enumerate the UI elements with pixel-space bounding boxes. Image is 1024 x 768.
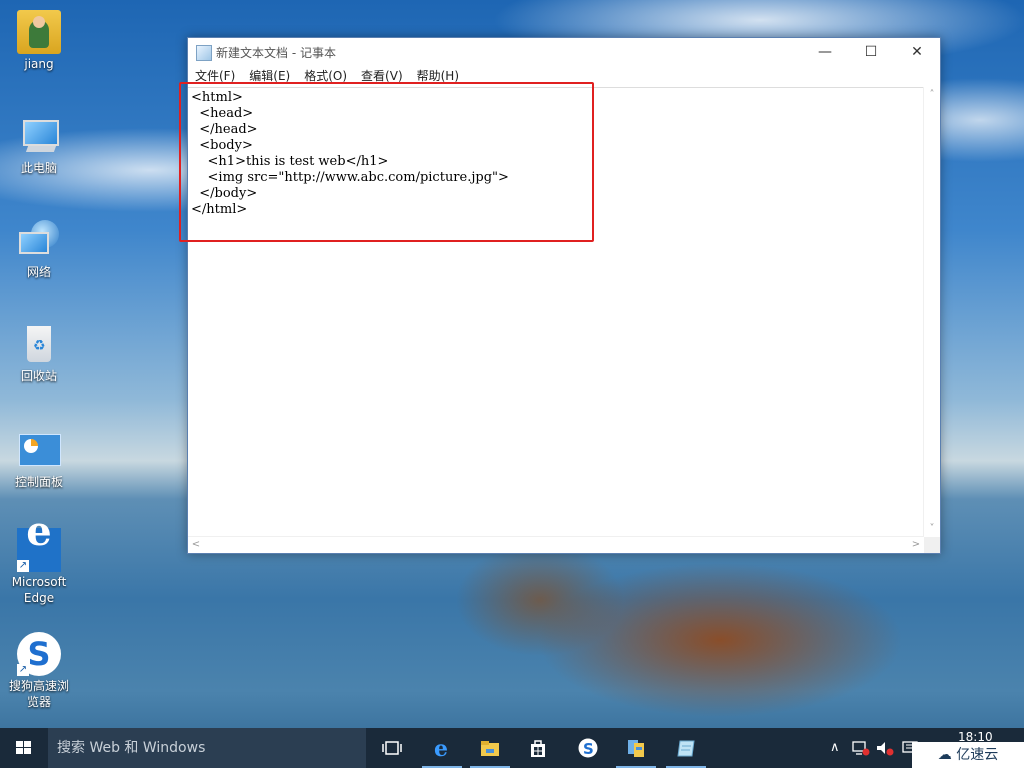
- computer-icon: [17, 114, 61, 158]
- maximize-button[interactable]: ☐: [848, 38, 894, 66]
- taskbar-app-button[interactable]: [612, 728, 660, 768]
- windows-logo-icon: [16, 741, 32, 755]
- editor-content[interactable]: <html> <head> </head> <body> <h1>this is…: [188, 88, 924, 220]
- volume-icon[interactable]: [876, 728, 894, 768]
- edge-icon: e: [434, 738, 448, 758]
- desktop-icon-label: 搜狗高速浏览器: [8, 679, 69, 709]
- taskbar-sogou-browser-button[interactable]: S: [564, 728, 612, 768]
- menu-file[interactable]: 文件(F): [195, 66, 235, 86]
- close-button[interactable]: ✕: [894, 38, 940, 66]
- resize-grip[interactable]: [924, 537, 940, 553]
- menu-view[interactable]: 查看(V): [361, 66, 403, 86]
- menu-edit[interactable]: 编辑(E): [249, 66, 290, 86]
- title-bar[interactable]: 新建文本文档 - 记事本 — ☐ ✕: [188, 38, 940, 66]
- sogou-browser-icon: S ↗: [17, 632, 61, 676]
- vertical-scrollbar[interactable]: ˄ ˅: [923, 87, 940, 537]
- taskbar-store-button[interactable]: [514, 728, 562, 768]
- user-folder-icon: [17, 10, 61, 54]
- desktop-icon-sogou-browser[interactable]: S ↗ 搜狗高速浏览器: [4, 632, 74, 710]
- task-view-button[interactable]: [368, 728, 416, 768]
- svg-text:e: e: [434, 738, 448, 758]
- desktop-icon-label: 此电脑: [20, 161, 57, 175]
- text-editor[interactable]: <html> <head> </head> <body> <h1>this is…: [188, 87, 924, 537]
- control-panel-icon: [17, 428, 61, 472]
- scroll-left-icon[interactable]: <: [188, 537, 204, 553]
- desktop-icon-edge[interactable]: e ↗ Microsoft Edge: [4, 512, 74, 606]
- taskbar: 搜索 Web 和 Windows e S ∧ 18:10: [0, 728, 1024, 768]
- minimize-button[interactable]: —: [802, 38, 848, 66]
- watermark-logo: ☁ 亿速云: [912, 742, 1024, 768]
- watermark-cloud-icon: ☁: [937, 747, 952, 763]
- edge-icon: e ↗: [17, 512, 61, 572]
- horizontal-scrollbar[interactable]: < >: [188, 536, 924, 553]
- desktop-icon-network[interactable]: 网络: [4, 218, 74, 280]
- svg-text:S: S: [583, 740, 594, 758]
- desktop-icon-label: 网络: [26, 265, 51, 279]
- taskbar-file-explorer-button[interactable]: [466, 728, 514, 768]
- desktop-icon-label: jiang: [24, 57, 54, 71]
- taskbar-edge-button[interactable]: e: [418, 728, 466, 768]
- taskbar-notepad-button[interactable]: [662, 728, 710, 768]
- folder-icon: [481, 741, 499, 756]
- desktop-icon-label: 控制面板: [14, 475, 63, 489]
- network-status-icon[interactable]: [852, 728, 870, 768]
- task-view-icon: [382, 741, 402, 755]
- shortcut-arrow-icon: ↗: [17, 560, 29, 572]
- notepad-window[interactable]: 新建文本文档 - 记事本 — ☐ ✕ 文件(F) 编辑(E) 格式(O) 查看(V) 帮…: [187, 37, 941, 554]
- network-icon: [17, 218, 61, 262]
- window-title: 新建文本文档 - 记事本: [216, 46, 336, 60]
- desktop-icon-label: Microsoft Edge: [11, 575, 67, 605]
- scroll-up-icon[interactable]: ˄: [924, 87, 940, 103]
- menu-format[interactable]: 格式(O): [304, 66, 347, 86]
- desktop-icon-recycle-bin[interactable]: ♻ 回收站: [4, 322, 74, 384]
- store-bag-icon: [531, 740, 545, 757]
- menu-bar: 文件(F) 编辑(E) 格式(O) 查看(V) 帮助(H): [188, 66, 940, 86]
- tray-overflow-chevron[interactable]: ∧: [830, 728, 840, 768]
- desktop-icon-this-pc[interactable]: 此电脑: [4, 114, 74, 176]
- shortcut-arrow-icon: ↗: [17, 664, 29, 676]
- sogou-browser-icon: S: [578, 738, 598, 758]
- app-icon: [628, 740, 644, 757]
- desktop-icon-user-folder[interactable]: jiang: [4, 10, 74, 72]
- scroll-right-icon[interactable]: >: [908, 537, 924, 553]
- scroll-down-icon[interactable]: ˅: [924, 521, 940, 537]
- desktop-icon-label: 回收站: [20, 369, 57, 383]
- recycle-bin-icon: ♻: [17, 322, 61, 366]
- notepad-app-icon: [196, 45, 212, 61]
- notepad-icon: [677, 740, 695, 757]
- search-box[interactable]: 搜索 Web 和 Windows: [48, 728, 366, 768]
- menu-help[interactable]: 帮助(H): [417, 66, 459, 86]
- desktop-icon-control-panel[interactable]: 控制面板: [4, 428, 74, 490]
- watermark-text: 亿速云: [956, 747, 999, 763]
- start-button[interactable]: [0, 728, 48, 768]
